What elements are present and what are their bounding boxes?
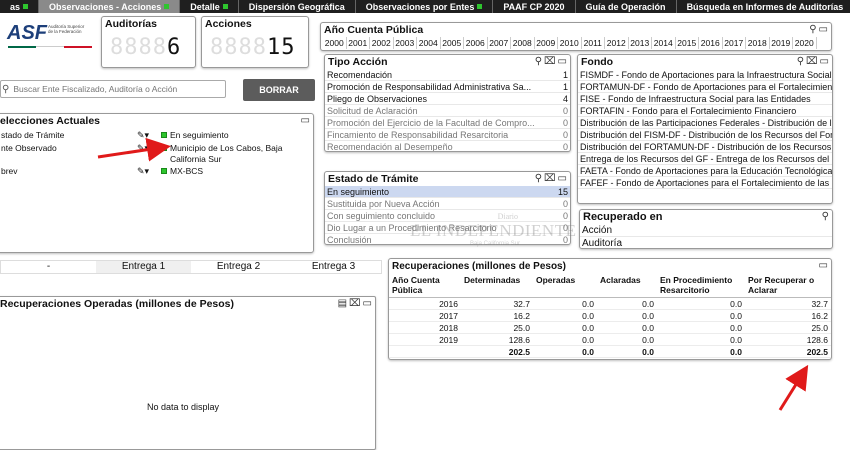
annotation-arrow-left	[97, 137, 171, 162]
annotation-arrow-right	[778, 364, 809, 411]
annotation-arrows	[97, 137, 809, 411]
